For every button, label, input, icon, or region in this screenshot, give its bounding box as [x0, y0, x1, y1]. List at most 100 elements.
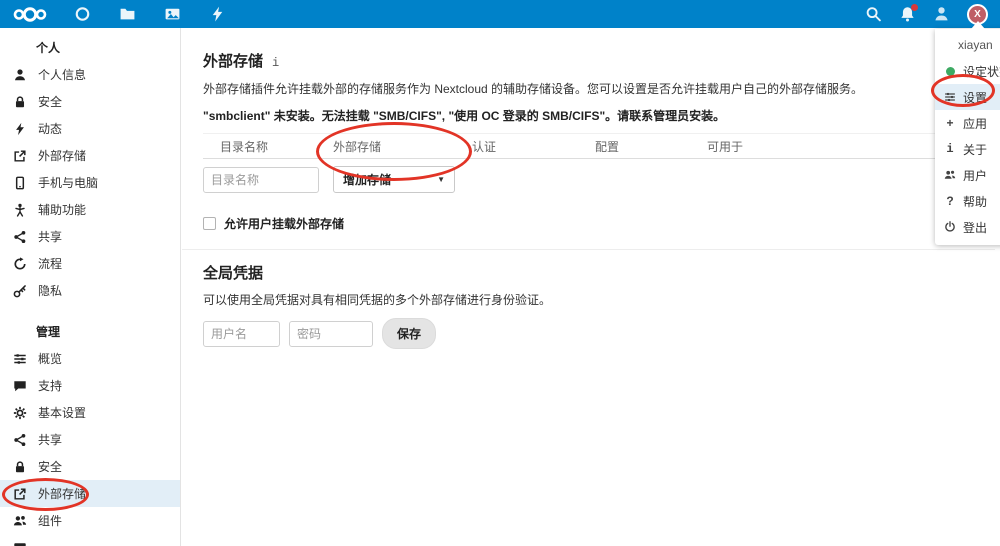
sidebar-item-label: 外部存储	[38, 149, 87, 163]
add-storage-select[interactable]: 增加存储 ▼	[333, 166, 455, 193]
question-icon: ?	[946, 194, 954, 208]
sidebar-item-label: 概览	[38, 352, 63, 366]
plus-icon: +	[946, 116, 954, 130]
save-button[interactable]: 保存	[382, 318, 437, 349]
menu-item-label: 用户	[963, 168, 988, 183]
sidebar-item-label: 流程	[38, 257, 63, 271]
main-content: 外部存储 i 外部存储插件允许挂载外部的存储服务作为 Nextcloud 的辅助…	[182, 28, 1000, 546]
menu-item-settings[interactable]: 设置	[935, 84, 1000, 110]
sidebar-item-label: 组件	[38, 514, 63, 528]
menu-item-label: 设置	[963, 90, 988, 105]
sidebar-item-support[interactable]: 支持	[0, 372, 180, 399]
settings-sidebar: 个人 个人信息 安全 动态 外部存储 手机与电脑 辅助功能 共享 流程 隐私 管…	[0, 28, 181, 546]
sliders-icon	[13, 352, 27, 366]
search-icon[interactable]	[865, 6, 882, 23]
sidebar-item-label: 手机与电脑	[38, 176, 99, 190]
sidebar-item-label: 辅助功能	[38, 203, 87, 217]
menu-item-users[interactable]: 用户	[935, 162, 1000, 188]
menu-item-label: 设定状态	[963, 64, 1000, 79]
new-storage-row: 增加存储 ▼	[203, 159, 993, 202]
key-icon	[13, 284, 27, 298]
menu-item-label: 登出	[963, 220, 988, 235]
allow-user-mount-checkbox[interactable]	[203, 217, 216, 230]
menu-item-label: 帮助	[963, 194, 988, 209]
sidebar-item-security-personal[interactable]: 安全	[0, 88, 180, 115]
sidebar-item-flow[interactable]: 流程	[0, 250, 180, 277]
menu-item-label: 关于	[963, 142, 988, 157]
sidebar-item-label: 共享	[38, 433, 63, 447]
external-storage-table: 目录名称 外部存储 认证 配置 可用于 增加存储 ▼	[203, 133, 993, 202]
sidebar-item-label: 共享	[38, 230, 63, 244]
sidebar-item-label: 安全	[38, 95, 63, 109]
group-icon	[13, 514, 27, 528]
bolt-icon	[13, 122, 27, 136]
user-icon	[13, 68, 27, 82]
flow-icon	[13, 257, 27, 271]
share-icon	[13, 230, 27, 244]
sidebar-item-external-storage-personal[interactable]: 外部存储	[0, 142, 180, 169]
col-configuration: 配置	[595, 139, 620, 154]
sidebar-item-label: 支持	[38, 379, 63, 393]
external-link-icon	[13, 487, 27, 501]
user-menu-username: xiayan	[958, 38, 993, 52]
folder-name-input[interactable]	[203, 166, 319, 193]
table-header-row: 目录名称 外部存储 认证 配置 可用于	[203, 134, 993, 159]
info-icon: i	[946, 142, 954, 156]
global-username-input[interactable]	[203, 320, 280, 347]
sidebar-item-sharing-admin[interactable]: 共享	[0, 426, 180, 453]
sidebar-item-label: 隐私	[38, 284, 63, 298]
global-credentials-description: 可以使用全局凭据对具有相同凭据的多个外部存储进行身份验证。	[203, 293, 552, 307]
phone-icon	[13, 176, 27, 190]
sidebar-item-privacy[interactable]: 隐私	[0, 277, 180, 304]
menu-item-help[interactable]: ? 帮助	[935, 188, 1000, 214]
external-link-icon	[13, 149, 27, 163]
info-icon[interactable]: i	[272, 56, 279, 70]
menu-item-about[interactable]: i 关于	[935, 136, 1000, 162]
menu-item-set-status[interactable]: 设定状态	[935, 58, 1000, 84]
sidebar-item-mobile-desktop[interactable]: 手机与电脑	[0, 169, 180, 196]
sidebar-item-label: 动态	[38, 122, 63, 136]
smbclient-warning: "smbclient" 未安装。无法挂载 "SMB/CIFS", "使用 OC …	[203, 109, 726, 123]
chat-icon	[13, 379, 27, 393]
power-icon	[944, 221, 956, 233]
lock-icon	[13, 95, 27, 109]
notifications-icon[interactable]	[899, 3, 918, 23]
menu-item-label: 应用	[963, 116, 988, 131]
sidebar-item-activity[interactable]: 动态	[0, 115, 180, 142]
col-authentication: 认证	[472, 139, 497, 154]
files-icon[interactable]	[119, 6, 136, 23]
gear-icon	[13, 406, 27, 420]
sidebar-item-overview[interactable]: 概览	[0, 345, 180, 372]
notification-dot	[911, 3, 918, 11]
chevron-down-icon: ▼	[437, 175, 445, 184]
photos-icon[interactable]	[164, 6, 181, 23]
sidebar-item-basic-settings[interactable]: 基本设置	[0, 399, 180, 426]
menu-item-logout[interactable]: 登出	[935, 214, 1000, 240]
accessibility-icon	[13, 203, 27, 217]
activity-icon[interactable]	[209, 6, 226, 23]
contacts-icon[interactable]	[933, 6, 950, 23]
group-icon	[944, 169, 956, 181]
global-password-input[interactable]	[289, 320, 373, 347]
sliders-icon	[944, 91, 956, 103]
menu-item-apps[interactable]: + 应用	[935, 110, 1000, 136]
nextcloud-logo-icon[interactable]	[12, 6, 48, 23]
dashboard-icon[interactable]	[74, 6, 91, 23]
global-credentials-title: 全局凭据	[203, 265, 264, 282]
sidebar-item-external-storage-admin[interactable]: 外部存储	[0, 480, 180, 507]
sidebar-item-groupware[interactable]: 组件	[0, 507, 180, 534]
user-menu-caret	[971, 21, 985, 29]
sidebar-item-label: 基本设置	[38, 406, 87, 420]
sidebar-item-sharing-personal[interactable]: 共享	[0, 223, 180, 250]
col-folder-name: 目录名称	[220, 139, 269, 154]
status-dot-icon	[944, 65, 956, 77]
sidebar-item-security-admin[interactable]: 安全	[0, 453, 180, 480]
lock-icon	[13, 460, 27, 474]
top-bar: X	[0, 0, 1000, 28]
sidebar-item-label: 外部存储	[38, 487, 87, 501]
section-divider	[182, 249, 995, 250]
monitor-icon	[13, 541, 27, 546]
sidebar-item-partial[interactable]	[0, 534, 180, 546]
sidebar-item-label: 安全	[38, 460, 63, 474]
sidebar-item-accessibility[interactable]: 辅助功能	[0, 196, 180, 223]
